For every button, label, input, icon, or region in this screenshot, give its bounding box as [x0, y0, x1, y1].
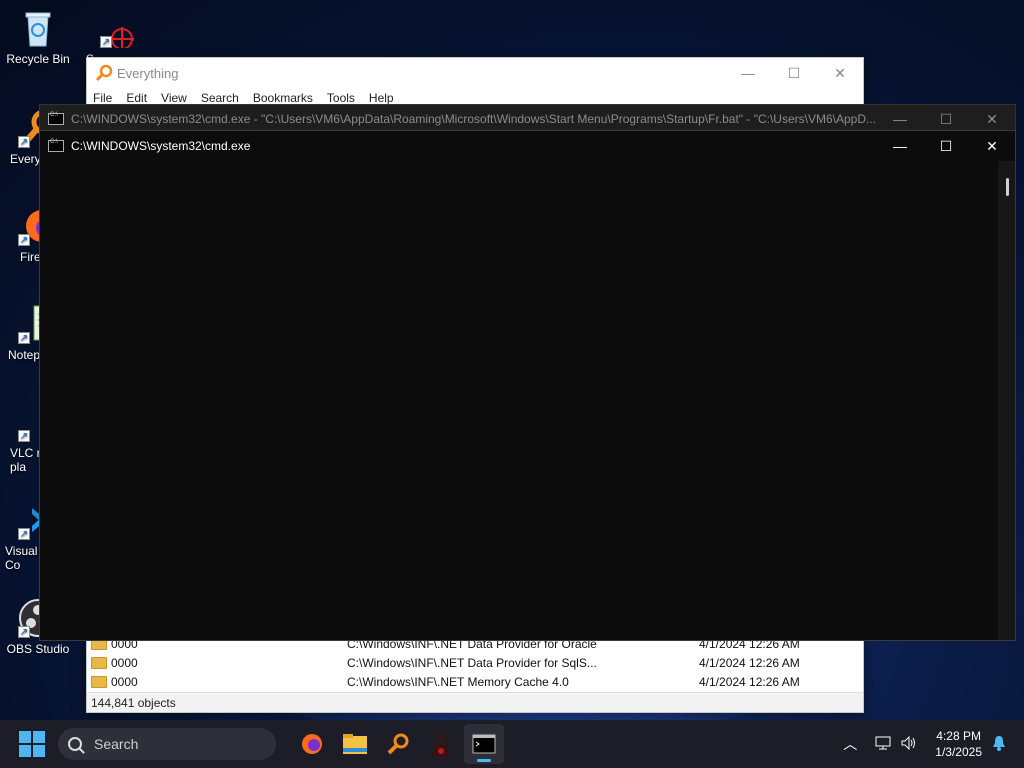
clock-time: 4:28 PM — [936, 729, 981, 743]
menu-edit[interactable]: Edit — [126, 91, 147, 105]
status-bar: 144,841 objects — [87, 692, 863, 712]
window-title: C:\WINDOWS\system32\cmd.exe — [71, 139, 251, 153]
taskbar-game-app[interactable] — [421, 724, 461, 764]
close-button[interactable]: ✕ — [969, 138, 1015, 155]
shortcut-arrow-icon: ↗ — [18, 430, 30, 442]
everything-icon — [95, 64, 113, 82]
network-icon[interactable] — [875, 736, 891, 753]
search-label: Search — [94, 736, 139, 752]
taskbar-everything[interactable] — [378, 724, 418, 764]
cmd-icon — [48, 139, 64, 152]
folder-icon — [91, 675, 107, 688]
shortcut-arrow-icon: ↗ — [18, 234, 30, 246]
window-title: C:\WINDOWS\system32\cmd.exe - "C:\Users\… — [71, 112, 877, 126]
menu-file[interactable]: File — [93, 91, 112, 105]
folder-icon — [91, 656, 107, 669]
menu-help[interactable]: Help — [369, 91, 394, 105]
minimize-button[interactable]: — — [877, 111, 923, 128]
scrollbar-thumb[interactable] — [1006, 178, 1009, 196]
shortcut-arrow-icon: ↗ — [100, 36, 112, 48]
shortcut-arrow-icon: ↗ — [18, 626, 30, 638]
start-button[interactable] — [19, 731, 45, 757]
everything-titlebar[interactable]: Everything — ☐ ✕ — [87, 58, 863, 88]
game-icon — [432, 733, 450, 757]
desktop-icon-label: OBS Studio — [6, 642, 70, 656]
maximize-button[interactable]: ☐ — [923, 138, 969, 155]
menu-bookmarks[interactable]: Bookmarks — [253, 91, 313, 105]
taskbar: Search ︿ 4:28 PM 1/3/2025 — [0, 720, 1024, 768]
window-title: Everything — [117, 65, 179, 81]
file-explorer-icon — [343, 734, 367, 754]
list-item[interactable]: 0000 C:\Windows\INF\.NET Memory Cache 4.… — [87, 672, 863, 691]
chevron-up-icon[interactable]: ︿ — [843, 734, 857, 754]
recycle-bin-icon — [18, 8, 58, 48]
menu-view[interactable]: View — [161, 91, 187, 105]
crosshair-icon: ↗ — [100, 8, 140, 50]
taskbar-file-explorer[interactable] — [335, 724, 375, 764]
console-output[interactable] — [40, 161, 1015, 640]
maximize-button[interactable]: ☐ — [771, 65, 817, 82]
shortcut-arrow-icon: ↗ — [18, 332, 30, 344]
volume-icon[interactable] — [901, 735, 917, 753]
results-list: 0000 C:\Windows\INF\.NET Data Provider f… — [87, 634, 863, 691]
cmd-window[interactable]: C:\WINDOWS\system32\cmd.exe — ☐ ✕ — [39, 130, 1016, 641]
system-tray: ︿ 4:28 PM 1/3/2025 — [843, 728, 1024, 760]
shortcut-arrow-icon: ↗ — [18, 528, 30, 540]
cmd-icon — [48, 112, 64, 125]
close-button[interactable]: ✕ — [969, 111, 1015, 128]
clock-date: 1/3/2025 — [935, 745, 982, 759]
shortcut-arrow-icon: ↗ — [18, 136, 30, 148]
firefox-icon — [302, 734, 322, 754]
taskbar-firefox[interactable] — [292, 724, 332, 764]
clock[interactable]: 4:28 PM 1/3/2025 — [935, 728, 982, 760]
menu-search[interactable]: Search — [201, 91, 239, 105]
cmd-titlebar[interactable]: C:\WINDOWS\system32\cmd.exe — ☐ ✕ — [40, 131, 1015, 161]
list-item[interactable]: 0000 C:\Windows\INF\.NET Data Provider f… — [87, 653, 863, 672]
taskbar-search[interactable]: Search — [58, 728, 276, 760]
terminal-icon — [472, 734, 496, 754]
minimize-button[interactable]: — — [725, 65, 771, 82]
desktop-icon-label: Recycle Bin — [6, 52, 70, 66]
everything-icon — [387, 733, 409, 755]
notification-bell-icon[interactable] — [992, 735, 1006, 754]
maximize-button[interactable]: ☐ — [923, 111, 969, 128]
search-icon — [68, 737, 82, 751]
minimize-button[interactable]: — — [877, 138, 923, 155]
scrollbar[interactable] — [998, 161, 1015, 640]
taskbar-terminal[interactable] — [464, 724, 504, 764]
close-button[interactable]: ✕ — [817, 65, 863, 82]
windows-logo-icon — [19, 731, 31, 743]
menu-tools[interactable]: Tools — [327, 91, 355, 105]
desktop-icon-recycle-bin[interactable]: Recycle Bin — [0, 8, 76, 66]
